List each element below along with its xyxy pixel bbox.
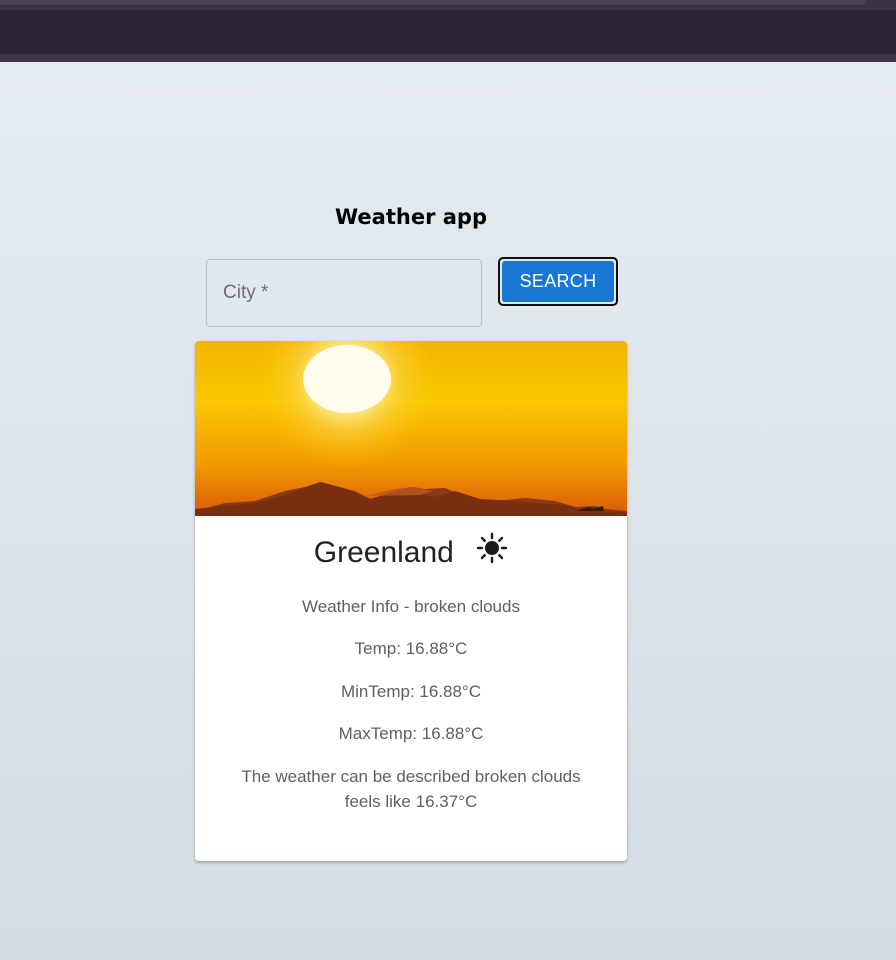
city-input[interactable] [207,260,481,326]
page: Weather app SEARCH [0,62,896,960]
city-name: Greenland [313,536,454,569]
max-temperature: MaxTemp: 16.88°C [338,724,484,743]
search-button-label: SEARCH [502,261,614,302]
city-field[interactable] [206,259,482,327]
weather-card: Greenland Weather Info - broken clouds T… [195,341,627,861]
browser-chrome [0,0,896,62]
sunset-image [195,341,627,516]
search-button[interactable]: SEARCH [498,257,618,306]
city-row: Greenland [195,532,627,570]
temperature: Temp: 16.88°C [354,639,468,658]
page-title: Weather app [335,205,487,229]
feels-like: feels like 16.37°C [344,792,478,811]
weather-info: Weather Info - broken clouds [302,597,520,616]
min-temperature: MinTemp: 16.88°C [340,682,482,701]
sun-icon [477,532,508,564]
weather-description: The weather can be described broken clou… [225,764,597,814]
browser-tab [0,0,866,5]
browser-divider [0,54,896,62]
description-line: The weather can be described broken clou… [241,767,581,786]
